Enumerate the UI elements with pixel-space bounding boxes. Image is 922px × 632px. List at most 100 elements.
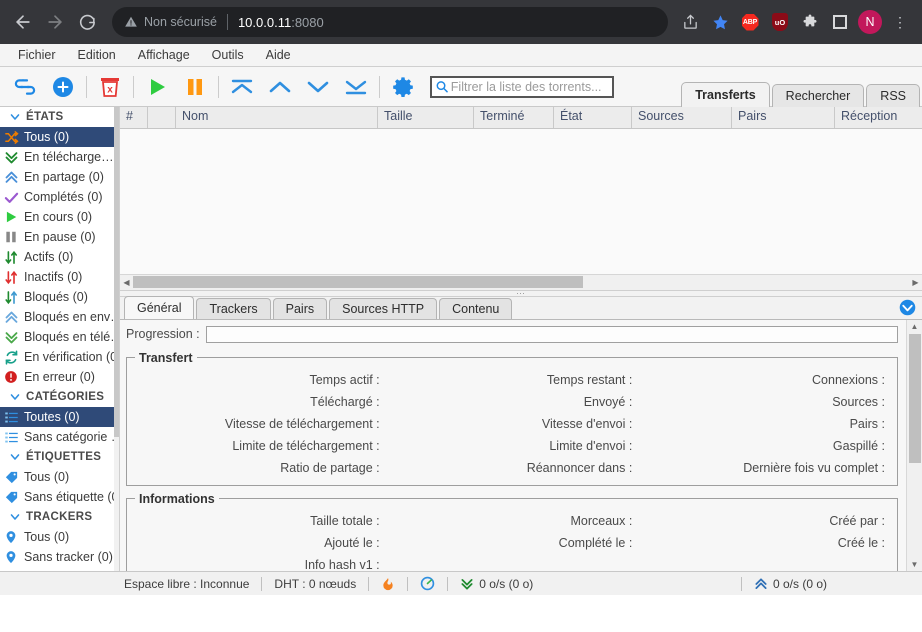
sidebar-item-sans-tracker[interactable]: Sans tracker (0) (0, 547, 119, 567)
search-input[interactable] (448, 78, 609, 95)
detail-vertical-scrollbar[interactable]: ▲ ▼ (906, 319, 922, 571)
content-area: # Nom Taille Terminé État Sources Pairs … (120, 107, 922, 571)
column-nom[interactable]: Nom (176, 107, 378, 128)
pause-button[interactable] (176, 70, 214, 104)
toolbar-separator-3 (218, 75, 219, 98)
column-sources[interactable]: Sources (632, 107, 732, 128)
star-filled-icon[interactable] (706, 8, 734, 36)
menu-affichage[interactable]: Affichage (128, 46, 200, 64)
sidebar-section-trackers[interactable]: TRACKERS (0, 507, 119, 527)
address-bar[interactable]: Non sécurisé 10.0.0.11:8080 (112, 7, 668, 37)
menu-fichier[interactable]: Fichier (8, 46, 66, 64)
tab-rechercher[interactable]: Rechercher (771, 83, 865, 107)
menu-outils[interactable]: Outils (202, 46, 254, 64)
panel-splitter[interactable]: ⋯ (120, 288, 922, 297)
sidebar-item-en-telechargement[interactable]: En télécharge… (0, 147, 119, 167)
sidebar-item-tous-etats[interactable]: Tous (0) (0, 127, 119, 147)
torrent-table-horizontal-scrollbar[interactable]: ◀ ▶ (120, 273, 922, 290)
column-taille[interactable]: Taille (378, 107, 474, 128)
sidebar-item-en-verification[interactable]: En vérification (0) (0, 347, 119, 367)
back-button[interactable] (8, 7, 38, 37)
security-chip[interactable]: Non sécurisé (124, 15, 217, 29)
scroll-right-arrow-icon[interactable]: ▶ (909, 274, 922, 290)
sidebar-item-bloques-telechargement[interactable]: Bloqués en télé… (0, 327, 119, 347)
adblock-plus-extension-icon[interactable]: ABP (736, 8, 764, 36)
preferences-button[interactable] (384, 70, 422, 104)
sidebar-section-etats[interactable]: ÉTATS (0, 107, 119, 127)
field-morceaux: Morceaux : (570, 513, 633, 528)
sidebar-item-completes[interactable]: Complétés (0) (0, 187, 119, 207)
add-torrent-link-button[interactable] (6, 70, 44, 104)
flame-icon[interactable] (369, 572, 407, 596)
sidebar-scrollbar-thumb[interactable] (114, 107, 119, 437)
sidebar-item-label: Bloqués en télé… (24, 330, 119, 344)
v-scroll-thumb[interactable] (908, 333, 921, 464)
move-down-button[interactable] (299, 70, 337, 104)
sidebar-section-etiquettes[interactable]: ÉTIQUETTES (0, 447, 119, 467)
kebab-menu-icon[interactable]: ⋮ (886, 8, 914, 36)
menu-aide[interactable]: Aide (256, 46, 301, 64)
move-top-button[interactable] (223, 70, 261, 104)
detail-tab-pairs[interactable]: Pairs (272, 297, 328, 319)
column-etat[interactable]: État (554, 107, 632, 128)
add-torrent-file-button[interactable] (44, 70, 82, 104)
resume-button[interactable] (138, 70, 176, 104)
tab-transferts[interactable]: Transferts (681, 81, 770, 107)
field-limite-telechargement: Limite de téléchargement : (232, 438, 380, 453)
sidebar-item-en-pause[interactable]: En pause (0) (0, 227, 119, 247)
sidebar-item-en-cours[interactable]: En cours (0) (0, 207, 119, 227)
search-input-wrapper[interactable] (430, 75, 614, 98)
sidebar-item-en-partage[interactable]: En partage (0) (0, 167, 119, 187)
torrent-table-body[interactable] (120, 129, 922, 274)
tab-rss[interactable]: RSS (866, 83, 920, 107)
chevron-down-icon (10, 514, 20, 520)
sidebar-item-actifs[interactable]: Actifs (0) (0, 247, 119, 267)
collapse-down-circle-icon[interactable] (898, 299, 916, 317)
map-pin-icon (3, 549, 19, 565)
column-index[interactable]: # (120, 107, 148, 128)
forward-button[interactable] (40, 7, 70, 37)
column-reception[interactable]: Réception (835, 107, 922, 128)
detail-tab-general[interactable]: Général (124, 295, 195, 319)
field-blank-1 (386, 554, 639, 571)
column-icon[interactable] (148, 107, 176, 128)
v-scroll-track[interactable] (907, 333, 922, 557)
sidebar-section-categories[interactable]: CATÉGORIES (0, 387, 119, 407)
progression-bar (205, 325, 898, 343)
sidebar-section-categories-label: CATÉGORIES (26, 391, 105, 403)
column-pairs[interactable]: Pairs (732, 107, 835, 128)
speedometer-icon[interactable] (408, 572, 447, 596)
h-scroll-thumb[interactable] (133, 276, 584, 289)
main-area: ÉTATS Tous (0) En télécharge… En partage… (0, 107, 922, 571)
column-termine[interactable]: Terminé (474, 107, 554, 128)
detail-tab-contenu[interactable]: Contenu (439, 297, 513, 319)
scroll-down-arrow-icon[interactable]: ▼ (907, 557, 922, 571)
extensions-puzzle-icon[interactable] (796, 8, 824, 36)
sidebar-item-sans-categorie[interactable]: Sans catégorie … (0, 427, 119, 447)
ublock-origin-extension-icon[interactable]: uO (766, 8, 794, 36)
side-panel-icon[interactable] (826, 8, 854, 36)
sidebar-item-tous-trackers[interactable]: Tous (0) (0, 527, 119, 547)
sidebar-item-bloques[interactable]: Bloqués (0) (0, 287, 119, 307)
sidebar-scrollbar[interactable] (114, 107, 119, 571)
menu-edition[interactable]: Edition (68, 46, 126, 64)
detail-tab-sources-http[interactable]: Sources HTTP (329, 297, 438, 319)
sidebar-item-bloques-envoi[interactable]: Bloqués en env… (0, 307, 119, 327)
sidebar-item-sans-etiquette[interactable]: Sans étiquette (0) (0, 487, 119, 507)
move-up-button[interactable] (261, 70, 299, 104)
avatar[interactable]: N (856, 8, 884, 36)
delete-torrent-button[interactable]: x (91, 70, 129, 104)
sidebar-item-toutes-categories[interactable]: Toutes (0) (0, 407, 119, 427)
sidebar-item-en-erreur[interactable]: En erreur (0) (0, 367, 119, 387)
share-icon[interactable] (676, 8, 704, 36)
move-bottom-button[interactable] (337, 70, 375, 104)
sidebar-item-inactifs[interactable]: Inactifs (0) (0, 267, 119, 287)
detail-tab-trackers[interactable]: Trackers (196, 297, 271, 319)
scroll-up-arrow-icon[interactable]: ▲ (907, 320, 922, 334)
reload-button[interactable] (72, 7, 102, 37)
scroll-left-arrow-icon[interactable]: ◀ (120, 274, 133, 290)
h-scroll-track[interactable] (133, 275, 909, 289)
sidebar-item-tous-etiquettes[interactable]: Tous (0) (0, 467, 119, 487)
list-lines-icon (3, 409, 19, 425)
field-derniere-fois-vu-complet: Dernière fois vu complet : (743, 460, 885, 475)
